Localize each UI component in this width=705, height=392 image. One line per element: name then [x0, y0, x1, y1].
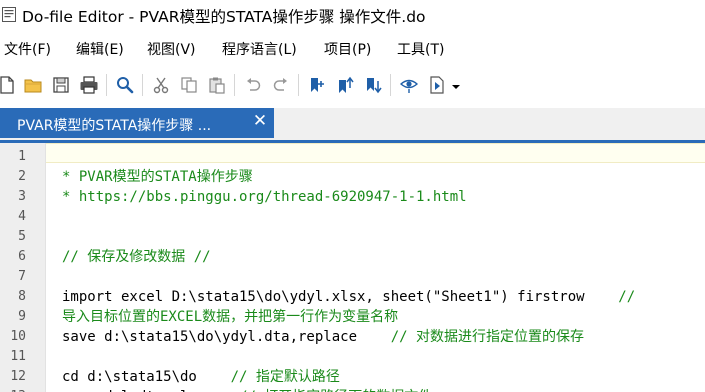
- next-bookmark-icon: [367, 78, 382, 94]
- stata-app-icon: [2, 7, 16, 22]
- code-text: * PVAR模型的STATA操作步骤: [62, 167, 253, 187]
- new-file-icon: [0, 76, 14, 94]
- dropdown-arrow-icon: [452, 85, 460, 89]
- copy-button[interactable]: [176, 72, 202, 98]
- save-icon: [53, 77, 69, 93]
- cut-button[interactable]: [148, 72, 174, 98]
- code-line[interactable]: 7: [0, 267, 705, 287]
- cut-icon: [153, 77, 169, 94]
- code-line[interactable]: 13 use ydyl.dta,clear // 打开指定路径下的数据文件: [0, 387, 705, 392]
- previous-bookmark-button[interactable]: [332, 72, 358, 98]
- title-bar: Do-file Editor - PVAR模型的STATA操作步骤 操作文件.d…: [0, 0, 705, 32]
- toolbar-separator: [142, 74, 143, 96]
- code-line[interactable]: 1: [0, 147, 705, 167]
- menu-view[interactable]: 视图(V): [147, 38, 196, 62]
- code-comment: // 保存及修改数据 //: [62, 249, 211, 265]
- open-button[interactable]: [20, 72, 46, 98]
- line-number: 12: [10, 369, 26, 384]
- new-file-button[interactable]: [0, 72, 20, 98]
- code-line[interactable]: 4: [0, 207, 705, 227]
- line-number: 11: [10, 349, 26, 364]
- line-number: 10: [10, 329, 26, 344]
- line-number: 6: [18, 249, 26, 264]
- line-number: 4: [18, 209, 26, 224]
- code-statement: cd d:\stata15\do: [62, 369, 231, 385]
- tab-label: PVAR模型的STATA操作步骤 ...: [17, 118, 212, 134]
- execute-dropdown-button[interactable]: [446, 72, 466, 98]
- code-text: * https://bbs.pinggu.org/thread-6920947-…: [62, 187, 467, 207]
- previous-bookmark-icon: [339, 76, 354, 93]
- code-text: use ydyl.dta,clear // 打开指定路径下的数据文件: [62, 387, 432, 392]
- show-button[interactable]: [396, 72, 422, 98]
- code-comment: // 指定默认路径: [230, 369, 340, 385]
- window-title: Do-file Editor - PVAR模型的STATA操作步骤 操作文件.d…: [22, 8, 426, 26]
- paste-icon: [209, 77, 225, 94]
- code-line[interactable]: 2 * PVAR模型的STATA操作步骤: [0, 167, 705, 187]
- code-comment: 导入目标位置的EXCEL数据，并把第一行作为变量名称: [62, 309, 399, 325]
- print-icon: [80, 76, 98, 94]
- menu-tools[interactable]: 工具(T): [397, 38, 444, 62]
- code-line[interactable]: 10 save d:\stata15\do\ydyl.dta,replace //…: [0, 327, 705, 347]
- execute-icon: [430, 76, 444, 94]
- line-number: 13: [0, 387, 26, 392]
- code-text: 导入目标位置的EXCEL数据，并把第一行作为变量名称: [62, 307, 398, 327]
- menu-bar: 文件(F) 编辑(E) 视图(V) 程序语言(L) 项目(P) 工具(T): [0, 38, 705, 62]
- toolbar-separator: [234, 74, 235, 96]
- line-number: 3: [18, 189, 26, 204]
- copy-icon: [181, 77, 197, 93]
- toggle-bookmark-icon: [311, 78, 324, 92]
- find-button[interactable]: [112, 72, 138, 98]
- toolbar-separator: [106, 74, 107, 96]
- code-line[interactable]: 9 导入目标位置的EXCEL数据，并把第一行作为变量名称: [0, 307, 705, 327]
- menu-project[interactable]: 项目(P): [324, 38, 371, 62]
- code-comment: // 对数据进行指定位置的保存: [390, 329, 585, 345]
- code-editor[interactable]: 1 2 * PVAR模型的STATA操作步骤 3 * https://bbs.pingg…: [0, 143, 705, 392]
- show-icon: [400, 79, 418, 93]
- undo-button[interactable]: [240, 72, 266, 98]
- redo-icon: [273, 78, 287, 91]
- code-statement: save d:\stata15\do\ydyl.dta,replace: [62, 329, 391, 345]
- code-statement: import excel D:\stata15\do\ydyl.xlsx, sh…: [62, 289, 619, 305]
- paste-button[interactable]: [204, 72, 230, 98]
- save-button[interactable]: [48, 72, 74, 98]
- menu-language[interactable]: 程序语言(L): [222, 38, 297, 62]
- code-comment: * https://bbs.pinggu.org/thread-6920947-…: [62, 189, 467, 205]
- line-number: 1: [18, 149, 26, 164]
- search-icon: [117, 77, 134, 94]
- code-line[interactable]: 12 cd d:\stata15\do // 指定默认路径: [0, 367, 705, 387]
- line-number: 7: [18, 269, 26, 284]
- menu-edit[interactable]: 编辑(E): [76, 38, 124, 62]
- line-number: 2: [18, 169, 26, 184]
- code-text: import excel D:\stata15\do\ydyl.xlsx, sh…: [62, 287, 635, 307]
- code-text: // 保存及修改数据 //: [62, 247, 211, 267]
- code-text: save d:\stata15\do\ydyl.dta,replace // 对…: [62, 327, 584, 347]
- line-number: 5: [18, 229, 26, 244]
- line-number: 9: [18, 309, 26, 324]
- code-line[interactable]: 3 * https://bbs.pinggu.org/thread-6920947…: [0, 187, 705, 207]
- code-line[interactable]: 6 // 保存及修改数据 //: [0, 247, 705, 267]
- code-comment: * PVAR模型的STATA操作步骤: [62, 169, 253, 185]
- open-folder-icon: [24, 79, 42, 93]
- next-bookmark-button[interactable]: [360, 72, 386, 98]
- toolbar-separator: [390, 74, 391, 96]
- toolbar-separator: [298, 74, 299, 96]
- line-number: 8: [18, 289, 26, 304]
- code-line[interactable]: 8 import excel D:\stata15\do\ydyl.xlsx, s…: [0, 287, 705, 307]
- toolbar: [0, 68, 705, 102]
- print-button[interactable]: [76, 72, 102, 98]
- tab-strip: PVAR模型的STATA操作步骤 ... ✕: [0, 108, 705, 140]
- undo-icon: [247, 78, 261, 91]
- code-line[interactable]: 5: [0, 227, 705, 247]
- code-text: cd d:\stata15\do // 指定默认路径: [62, 367, 340, 387]
- close-icon[interactable]: ✕: [250, 111, 270, 131]
- redo-button[interactable]: [268, 72, 294, 98]
- menu-file[interactable]: 文件(F): [4, 38, 51, 62]
- code-line[interactable]: 11: [0, 347, 705, 367]
- toggle-bookmark-button[interactable]: [304, 72, 330, 98]
- code-comment: //: [618, 289, 636, 305]
- tab-do-file[interactable]: PVAR模型的STATA操作步骤 ... ✕: [0, 108, 274, 138]
